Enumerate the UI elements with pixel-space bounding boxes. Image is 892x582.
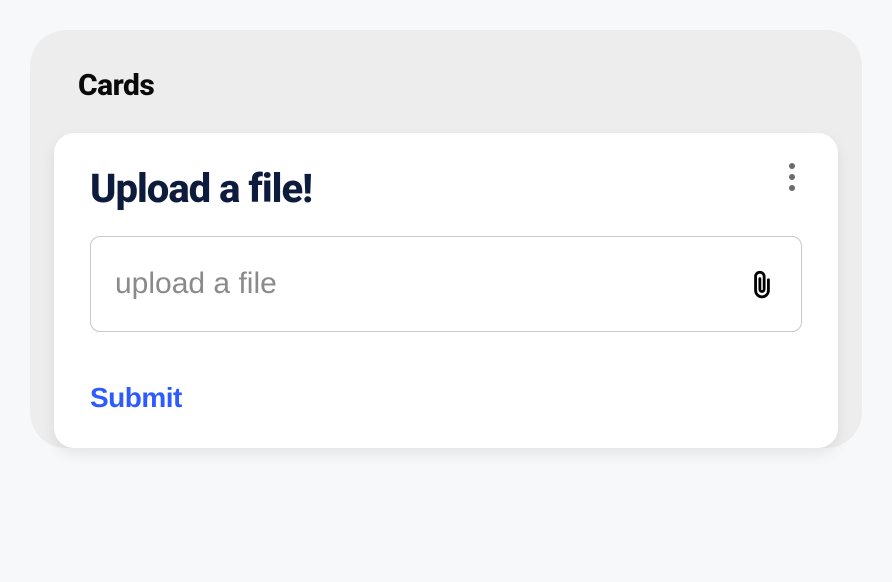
submit-button[interactable]: Submit: [90, 382, 182, 414]
file-input[interactable]: [115, 267, 747, 301]
panel-header: Cards: [30, 30, 862, 133]
paperclip-icon[interactable]: [747, 267, 777, 301]
upload-card: Upload a file! Submit: [54, 133, 838, 448]
file-input-row: [90, 236, 802, 332]
card-title: Upload a file!: [90, 165, 802, 212]
card-actions: Submit: [90, 382, 802, 414]
more-vertical-icon[interactable]: [778, 161, 806, 193]
panel-title: Cards: [78, 68, 814, 103]
cards-panel: Cards Upload a file! Submit: [30, 30, 862, 448]
